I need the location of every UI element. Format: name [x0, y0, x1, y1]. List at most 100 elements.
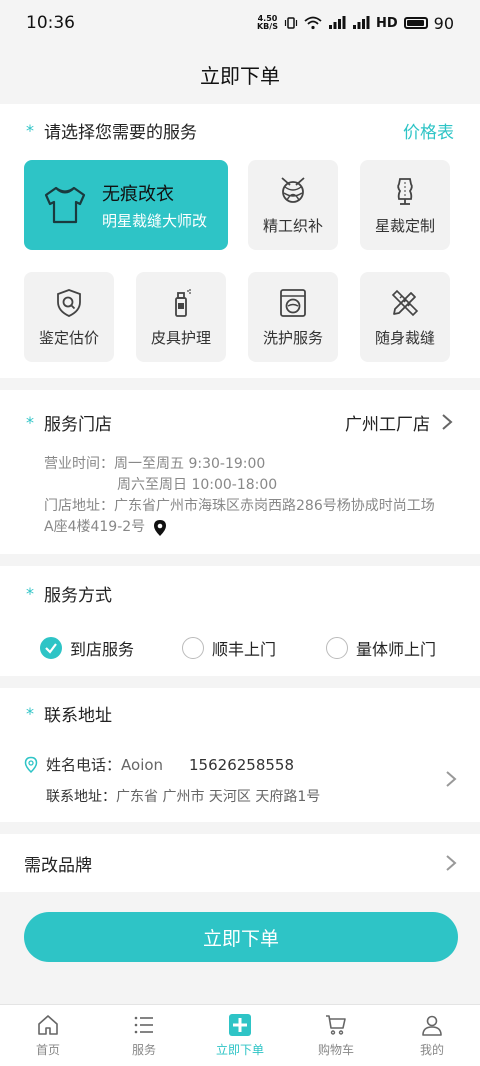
cart-icon — [326, 1015, 346, 1035]
mode-option-store[interactable]: 到店服务 — [40, 636, 182, 660]
required-star: * — [26, 583, 34, 603]
tab-label: 立即下单 — [215, 1043, 264, 1057]
mode-label: 到店服务 — [70, 640, 135, 659]
tshirt-icon — [44, 186, 86, 224]
tab-label: 首页 — [35, 1043, 60, 1057]
service-item-1[interactable]: 星裁定制 — [360, 160, 450, 250]
tab-order[interactable]: 立即下单 — [192, 1005, 288, 1066]
mode-label: 顺丰上门 — [212, 640, 277, 659]
mode-option-sf[interactable]: 顺丰上门 — [182, 636, 326, 660]
signal-icon — [328, 16, 346, 29]
service-item-label: 精工织补 — [262, 216, 323, 235]
user-icon — [422, 1015, 442, 1036]
check-icon — [45, 643, 57, 654]
services-section: * 请选择您需要的服务 价格表 无痕改衣 明星裁缝大师改 精工织补 星裁定制 鉴… — [0, 104, 480, 378]
signal-icon-2 — [352, 16, 370, 29]
contact-address-label: 联系地址： — [46, 789, 116, 805]
service-mode-options: 到店服务 顺丰上门 量体师上门 — [0, 620, 480, 676]
tab-service[interactable]: 服务 — [96, 1005, 192, 1066]
list-icon — [134, 1016, 153, 1034]
service-primary-name: 无痕改衣 — [102, 183, 174, 205]
yarn-needle-icon — [281, 176, 305, 203]
brand-label: 需改品牌 — [24, 855, 92, 876]
location-pin-icon[interactable] — [153, 519, 167, 537]
service-item-label: 皮具护理 — [150, 328, 211, 347]
service-item-label: 星裁定制 — [374, 216, 435, 235]
contact-name-label: 姓名电话： — [46, 756, 122, 774]
dress-form-icon — [397, 177, 413, 205]
chevron-right-icon — [446, 855, 457, 871]
tab-cart[interactable]: 购物车 — [288, 1005, 384, 1066]
contact-address-selector[interactable]: 姓名电话： Aoion 15626258558 联系地址： 广东省 广州市 天河… — [0, 750, 480, 812]
hours-weekday: 周一至周五 9:30-19:00 — [114, 456, 266, 472]
contact-section: * 联系地址 姓名电话： Aoion 15626258558 联系地址： 广东省… — [0, 688, 480, 822]
shield-search-icon — [57, 288, 81, 317]
service-item-2[interactable]: 鉴定估价 — [24, 272, 114, 362]
store-selector[interactable]: 广州工厂店 — [345, 410, 454, 435]
mode-label: 量体师上门 — [356, 640, 437, 659]
service-item-3[interactable]: 皮具护理 — [136, 272, 226, 362]
service-mode-title: 服务方式 — [44, 585, 112, 606]
location-outline-icon — [24, 756, 38, 773]
required-star: * — [26, 412, 34, 432]
service-item-5[interactable]: 随身裁缝 — [360, 272, 450, 362]
contact-phone: 15626258558 — [189, 755, 294, 774]
netspeed-indicator: 4.50 KB/S — [256, 14, 278, 31]
page-title: 立即下单 — [200, 63, 280, 88]
plus-square-icon — [229, 1014, 251, 1036]
store-address-label: 门店地址： — [44, 498, 114, 514]
battery-icon — [403, 17, 428, 29]
status-time: 10:36 — [26, 13, 75, 33]
services-header: * 请选择您需要的服务 价格表 — [0, 104, 480, 156]
hours-weekend: 周六至周日 10:00-18:00 — [117, 477, 278, 493]
services-title: 请选择您需要的服务 — [44, 122, 197, 143]
required-star: * — [26, 120, 34, 140]
tab-label: 我的 — [419, 1043, 444, 1057]
tab-label: 服务 — [131, 1043, 156, 1057]
radio-checked[interactable] — [40, 637, 62, 659]
status-icons: 4.50 KB/S HD 90 — [257, 14, 454, 33]
store-header[interactable]: * 服务门店 广州工厂店 — [0, 390, 480, 454]
contact-address: 广东省 广州市 天河区 天府路1号 — [116, 789, 321, 805]
price-list-link[interactable]: 价格表 — [403, 118, 454, 143]
service-seamless-alteration[interactable]: 无痕改衣 明星裁缝大师改 — [24, 160, 228, 250]
mode-option-measurer[interactable]: 量体师上门 — [326, 636, 436, 660]
tab-home[interactable]: 首页 — [0, 1005, 96, 1066]
battery-level: 90 — [433, 13, 454, 33]
service-item-4[interactable]: 洗护服务 — [248, 272, 338, 362]
store-address-line2: A座4楼419-2号 — [44, 519, 146, 535]
title-bar: 立即下单 — [0, 46, 480, 102]
hours-label: 营业时间： — [44, 456, 114, 472]
status-bar: 10:36 4.50 KB/S HD 90 — [0, 0, 480, 46]
spray-bottle-icon — [175, 288, 191, 317]
service-mode-header: * 服务方式 — [0, 566, 480, 620]
contact-name: Aoion — [121, 755, 164, 774]
bottom-tab-bar: 首页 服务 立即下单 购物车 我的 — [0, 1004, 480, 1066]
store-name: 广州工厂店 — [345, 414, 430, 435]
store-info: 营业时间： 周一至周五 9:30-19:00 周六至周日 10:00-18:00 … — [0, 454, 480, 538]
service-item-0[interactable]: 精工织补 — [248, 160, 338, 250]
chevron-right-icon — [442, 414, 453, 430]
chevron-right-icon — [446, 771, 457, 787]
store-section: * 服务门店 广州工厂店 营业时间： 周一至周五 9:30-19:00 周六至周日… — [0, 390, 480, 554]
store-title: 服务门店 — [44, 414, 112, 435]
radio-unchecked[interactable] — [182, 637, 204, 659]
brand-row[interactable]: 需改品牌 — [0, 834, 480, 892]
service-item-label: 随身裁缝 — [374, 328, 435, 347]
service-item-label: 鉴定估价 — [38, 328, 99, 347]
vibrate-icon — [284, 17, 298, 29]
service-primary-sub: 明星裁缝大师改 — [102, 211, 208, 230]
service-mode-section: * 服务方式 到店服务 顺丰上门 量体师上门 — [0, 566, 480, 676]
contact-title: 联系地址 — [44, 705, 112, 726]
wifi-icon — [304, 16, 322, 30]
tab-label: 购物车 — [317, 1043, 354, 1057]
tab-profile[interactable]: 我的 — [384, 1005, 480, 1066]
radio-unchecked[interactable] — [326, 637, 348, 659]
required-star: * — [26, 703, 34, 723]
store-address-line1: 广东省广州市海珠区赤岗西路286号杨协成时尚工场 — [114, 498, 435, 514]
hd-indicator: HD — [375, 15, 398, 31]
pencil-ruler-icon — [391, 289, 419, 316]
contact-header: * 联系地址 — [0, 688, 480, 738]
submit-order-button[interactable]: 立即下单 — [24, 912, 458, 962]
home-icon — [38, 1015, 58, 1035]
